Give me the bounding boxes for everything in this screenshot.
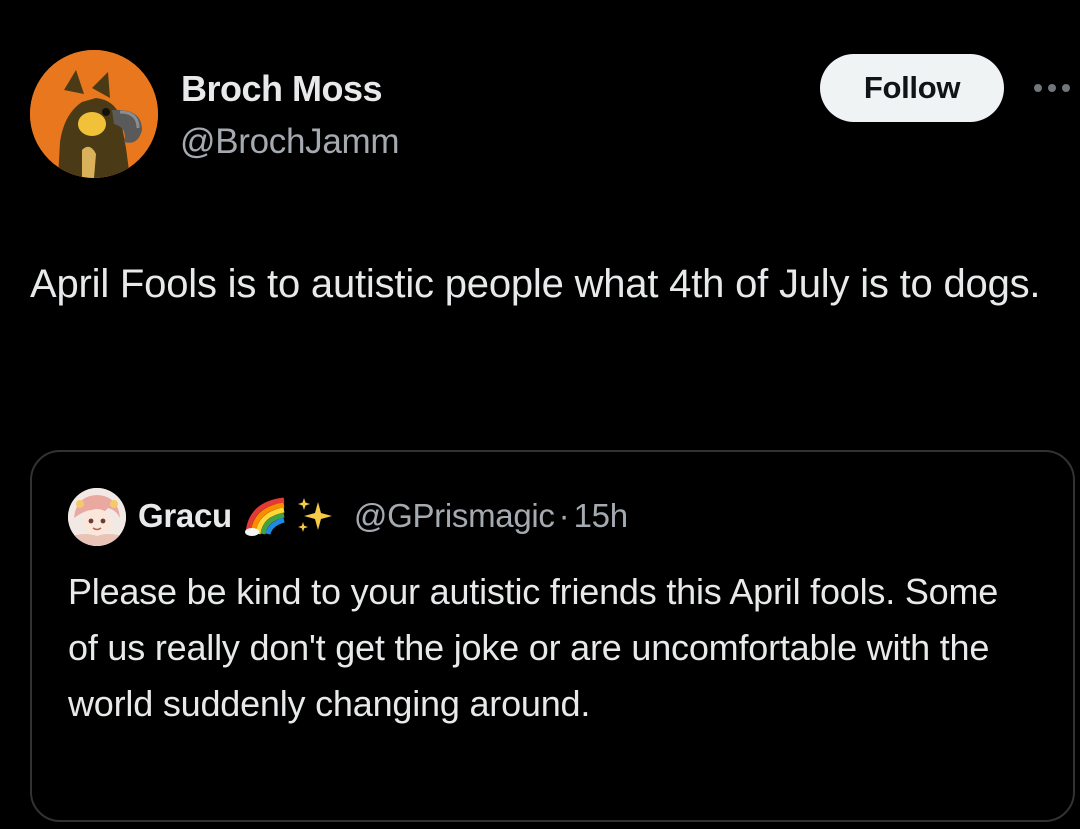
- post-text: April Fools is to autistic people what 4…: [30, 262, 1041, 306]
- more-options-dot: [1062, 84, 1070, 92]
- more-options-icon[interactable]: [1034, 82, 1076, 94]
- follow-button[interactable]: Follow: [820, 54, 1004, 122]
- author-avatar[interactable]: [30, 50, 158, 178]
- separator-dot: ·: [558, 497, 570, 534]
- author-handle[interactable]: @BrochJamm: [180, 122, 400, 162]
- quoted-author-emoji: [244, 496, 336, 536]
- quoted-author-handle[interactable]: @GPrismagic: [354, 497, 555, 535]
- sparkles-icon: [297, 498, 332, 532]
- author-display-name[interactable]: Broch Moss: [181, 68, 383, 110]
- quoted-post-header: Gracu @GPrismagic · 15h: [138, 496, 628, 536]
- quoted-post-text: Please be kind to your autistic friends …: [68, 571, 999, 724]
- bird-character-icon: [30, 50, 158, 178]
- more-options-dot: [1034, 84, 1042, 92]
- quoted-post-timestamp[interactable]: 15h: [574, 497, 628, 535]
- post: Broch Moss @BrochJamm Follow April Fools…: [0, 0, 1080, 829]
- quoted-post[interactable]: Gracu @GPrismagic · 15h Please be kind t…: [30, 450, 1075, 822]
- quoted-author-avatar[interactable]: [68, 488, 126, 546]
- more-options-dot: [1048, 84, 1056, 92]
- rainbow-icon: [244, 497, 285, 536]
- quoted-author-display-name[interactable]: Gracu: [138, 497, 232, 535]
- anime-character-icon: [68, 488, 126, 546]
